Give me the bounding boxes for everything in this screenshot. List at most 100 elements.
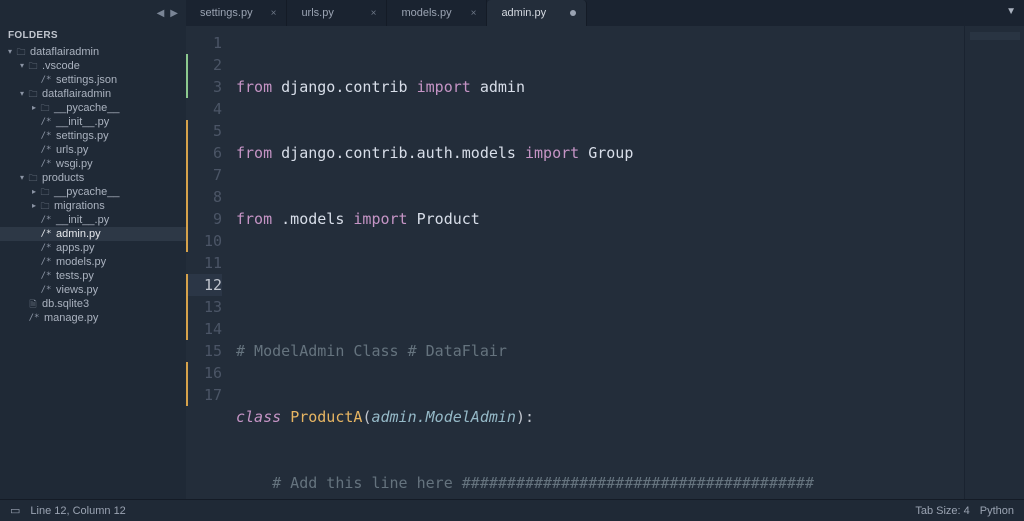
file-icon: /* <box>38 283 54 297</box>
line-number: 9 <box>186 208 222 230</box>
file-settings-py[interactable]: /*settings.py <box>0 129 186 143</box>
tab-label: admin.py <box>501 7 546 19</box>
line-number: 2 <box>186 54 222 76</box>
tree-item-label: admin.py <box>56 227 101 241</box>
line-number: 11 <box>186 252 222 274</box>
line-number: 17 <box>186 384 222 406</box>
line-number: 5 <box>186 120 222 142</box>
sidebar: FOLDERS ▾🗀dataflairadmin▾🗀.vscode/*setti… <box>0 26 186 499</box>
nav-back-icon[interactable]: ◀ <box>157 8 165 19</box>
tree-item-label: models.py <box>56 255 106 269</box>
tree-item-label: settings.py <box>56 129 109 143</box>
line-number: 16 <box>186 362 222 384</box>
editor[interactable]: 1234567891011121314151617 from django.co… <box>186 26 1024 499</box>
tree-item-label: tests.py <box>56 269 94 283</box>
tree-item-label: wsgi.py <box>56 157 93 171</box>
file-views-py[interactable]: /*views.py <box>0 283 186 297</box>
line-number: 12 <box>186 274 222 296</box>
folder-dataflairadmin[interactable]: ▾🗀dataflairadmin <box>0 45 186 59</box>
line-number: 14 <box>186 318 222 340</box>
minimap[interactable] <box>964 26 1024 499</box>
status-bar: ▭ Line 12, Column 12 Tab Size: 4 Python <box>0 499 1024 521</box>
close-tab-icon[interactable]: × <box>471 8 477 19</box>
folder-tree: ▾🗀dataflairadmin▾🗀.vscode/*settings.json… <box>0 45 186 499</box>
close-tab-icon[interactable]: × <box>271 8 277 19</box>
file-apps-py[interactable]: /*apps.py <box>0 241 186 255</box>
modified-marker-icon <box>186 142 188 164</box>
code-area[interactable]: from django.contrib import admin from dj… <box>232 26 964 499</box>
database-file-icon: 🗎 <box>26 297 40 311</box>
file-icon: /* <box>38 157 54 171</box>
tab-label: models.py <box>401 7 451 19</box>
folder-products[interactable]: ▾🗀products <box>0 171 186 185</box>
file-models-py[interactable]: /*models.py <box>0 255 186 269</box>
file-admin-py[interactable]: /*admin.py <box>0 227 186 241</box>
tree-item-label: urls.py <box>56 143 88 157</box>
chevron-down-icon[interactable]: ▾ <box>6 45 14 59</box>
folder--vscode[interactable]: ▾🗀.vscode <box>0 59 186 73</box>
file-__init__-py[interactable]: /*__init__.py <box>0 115 186 129</box>
file-icon: /* <box>38 241 54 255</box>
file-icon: /* <box>38 213 54 227</box>
tab-size[interactable]: Tab Size: 4 <box>915 505 969 517</box>
file-__init__-py[interactable]: /*__init__.py <box>0 213 186 227</box>
added-marker-icon <box>186 76 188 98</box>
modified-marker-icon <box>186 230 188 252</box>
chevron-down-icon[interactable]: ▾ <box>18 87 26 101</box>
modified-marker-icon <box>186 296 188 318</box>
file-wsgi-py[interactable]: /*wsgi.py <box>0 157 186 171</box>
chevron-right-icon[interactable]: ▸ <box>30 199 38 213</box>
app-menu-caret-icon[interactable]: ▼ <box>1006 6 1016 17</box>
tab-settings-py[interactable]: settings.py × <box>186 0 287 26</box>
file-icon: /* <box>26 311 42 325</box>
panel-switcher-icon[interactable]: ▭ <box>10 504 20 517</box>
file-urls-py[interactable]: /*urls.py <box>0 143 186 157</box>
folder-migrations[interactable]: ▸🗀migrations <box>0 199 186 213</box>
chevron-down-icon[interactable]: ▾ <box>18 171 26 185</box>
chevron-right-icon[interactable]: ▸ <box>30 101 38 115</box>
no-marker <box>186 32 188 54</box>
line-number: 7 <box>186 164 222 186</box>
folder-icon: 🗀 <box>38 185 52 199</box>
modified-marker-icon <box>186 274 188 296</box>
modified-marker-icon <box>186 318 188 340</box>
folder-__pycache__[interactable]: ▸🗀__pycache__ <box>0 185 186 199</box>
close-tab-icon[interactable]: × <box>371 8 377 19</box>
folder-icon: 🗀 <box>38 101 52 115</box>
added-marker-icon <box>186 54 188 76</box>
modified-marker-icon <box>186 362 188 384</box>
tab-bar: settings.py×urls.py×models.py×admin.py <box>186 0 1024 26</box>
tree-item-label: __pycache__ <box>54 101 119 115</box>
modified-marker-icon <box>186 384 188 406</box>
folder-__pycache__[interactable]: ▸🗀__pycache__ <box>0 101 186 115</box>
line-number: 4 <box>186 98 222 120</box>
tree-item-label: dataflairadmin <box>30 45 99 59</box>
tab-admin-py[interactable]: admin.py <box>487 0 587 26</box>
no-marker <box>186 98 188 120</box>
file-db-sqlite3[interactable]: 🗎db.sqlite3 <box>0 297 186 311</box>
tab-label: settings.py <box>200 7 253 19</box>
tab-urls-py[interactable]: urls.py× <box>287 0 387 26</box>
folder-dataflairadmin[interactable]: ▾🗀dataflairadmin <box>0 87 186 101</box>
tree-item-label: .vscode <box>42 59 80 73</box>
file-manage-py[interactable]: /*manage.py <box>0 311 186 325</box>
tab-models-py[interactable]: models.py × <box>387 0 487 26</box>
modified-marker-icon <box>186 164 188 186</box>
folder-icon: 🗀 <box>26 171 40 185</box>
modified-dot-icon <box>570 10 576 16</box>
nav-forward-icon[interactable]: ▶ <box>170 8 178 19</box>
cursor-position[interactable]: Line 12, Column 12 <box>30 505 125 517</box>
sidebar-header: FOLDERS <box>0 26 186 45</box>
file-settings-json[interactable]: /*settings.json <box>0 73 186 87</box>
file-tests-py[interactable]: /*tests.py <box>0 269 186 283</box>
chevron-down-icon[interactable]: ▾ <box>18 59 26 73</box>
file-icon: /* <box>38 269 54 283</box>
line-number: 3 <box>186 76 222 98</box>
tree-item-label: apps.py <box>56 241 95 255</box>
chevron-right-icon[interactable]: ▸ <box>30 185 38 199</box>
minimap-viewport[interactable] <box>970 32 1020 112</box>
language-mode[interactable]: Python <box>980 505 1014 517</box>
file-icon: /* <box>38 115 54 129</box>
tree-item-label: migrations <box>54 199 105 213</box>
tree-item-label: db.sqlite3 <box>42 297 89 311</box>
